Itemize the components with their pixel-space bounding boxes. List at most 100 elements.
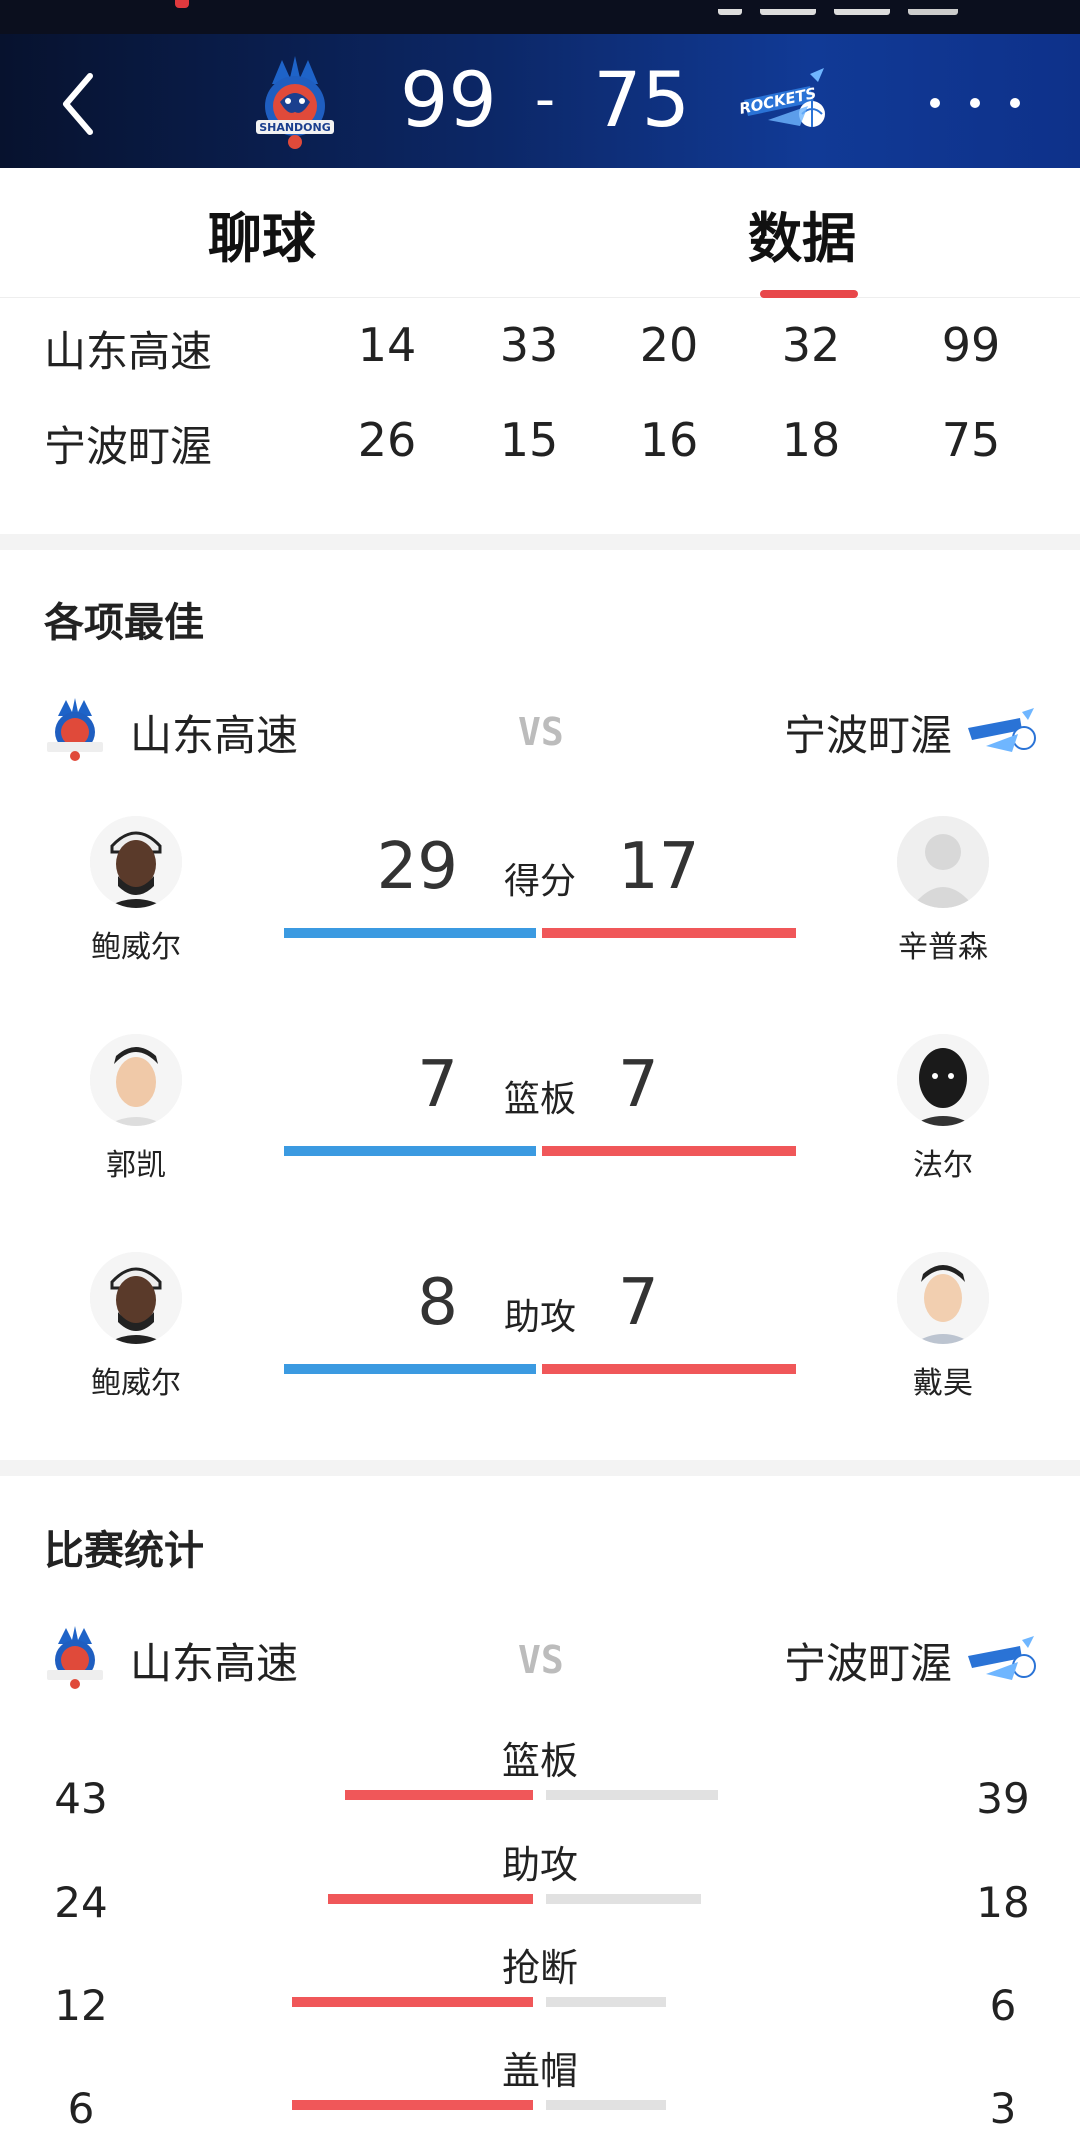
team-vs-row: 山东高速 VS 宁波町渥 <box>0 690 1080 770</box>
away-stat-value: 3 <box>989 2084 1017 2132</box>
away-stat-value: 18 <box>976 1878 1030 1927</box>
best-stat-row: 8 助攻 7 鲍威尔 戴昊 <box>0 1252 1080 1422</box>
more-options-button[interactable] <box>930 88 1020 118</box>
stat-row: 24 助攻 18 <box>0 1834 1080 1934</box>
stat-label: 助攻 <box>501 1843 578 1887</box>
quarter-score: 15 <box>499 413 559 467</box>
away-best-value: 7 <box>618 1266 659 1340</box>
away-stat-value: 6 <box>989 1981 1017 2030</box>
player-avatar[interactable] <box>90 1252 182 1344</box>
team-name: 山东高速 <box>44 327 213 376</box>
team-name: 宁波町渥 <box>44 422 213 471</box>
quarter-score: 20 <box>639 318 699 372</box>
home-stat-value: 43 <box>54 1774 108 1823</box>
quarter-score: 18 <box>781 413 841 467</box>
away-team-logo: ROCKETS <box>738 66 830 140</box>
stat-row: 43 篮板 39 <box>0 1730 1080 1830</box>
away-team-name: 宁波町渥 <box>783 711 952 760</box>
quarter-score: 26 <box>357 413 417 467</box>
player-avatar[interactable] <box>897 1034 989 1126</box>
home-stat-value: 6 <box>67 2084 95 2132</box>
section-divider <box>0 534 1080 550</box>
home-best-value: 29 <box>376 830 458 904</box>
home-bar <box>284 928 536 938</box>
home-logo-wordmark: SHANDONG <box>259 121 331 134</box>
team-vs-row: 山东高速 VS 宁波町渥 <box>0 1618 1080 1698</box>
stat-row: 6 盖帽 3 <box>0 2040 1080 2132</box>
stat-label: 盖帽 <box>501 2049 578 2093</box>
home-stat-value: 24 <box>54 1878 108 1927</box>
home-stat-bar <box>292 2100 533 2110</box>
tab-chat[interactable]: 聊球 <box>208 194 316 273</box>
section-title-best: 各项最佳 <box>44 600 204 646</box>
best-stat-label: 篮板 <box>503 1079 576 1120</box>
player-avatar[interactable] <box>897 816 989 908</box>
section-title-stats: 比赛统计 <box>44 1528 204 1574</box>
section-divider <box>0 1460 1080 1476</box>
player-avatar[interactable] <box>897 1252 989 1344</box>
away-stat-bar <box>546 1894 701 1904</box>
away-bar <box>542 1364 796 1374</box>
quarter-score: 33 <box>499 318 559 372</box>
best-stat-row: 29 得分 17 鲍威尔 辛普森 <box>0 816 1080 986</box>
away-stat-value: 39 <box>976 1774 1030 1823</box>
tab-bar: 聊球 数据 <box>0 168 1080 298</box>
vs-label: VS <box>518 710 564 754</box>
away-player-name[interactable]: 法尔 <box>843 1140 1043 1184</box>
total-score: 75 <box>941 413 1001 467</box>
more-dot-icon <box>930 98 940 108</box>
home-stat-bar <box>328 1894 533 1904</box>
home-team-logo: SHANDONG <box>252 54 338 150</box>
more-dot-icon <box>1010 98 1020 108</box>
more-dot-icon <box>970 98 980 108</box>
home-score: 99 <box>400 54 497 144</box>
home-team-name: 山东高速 <box>130 711 299 760</box>
home-bar <box>284 1146 536 1156</box>
home-player-name[interactable]: 郭凯 <box>36 1140 236 1184</box>
away-team-logo <box>968 1636 1036 1680</box>
vs-label: VS <box>518 1638 564 1682</box>
away-best-value: 7 <box>618 1048 659 1122</box>
away-best-value: 17 <box>618 830 700 904</box>
best-stat-label: 助攻 <box>503 1297 576 1338</box>
quarter-score-row: 山东高速 14 33 20 32 99 <box>0 310 1080 380</box>
away-score: 75 <box>593 54 690 144</box>
status-icons <box>700 0 1020 15</box>
active-tab-indicator <box>760 290 858 298</box>
notification-dot <box>175 0 189 8</box>
quarter-score-row: 宁波町渥 26 15 16 18 75 <box>0 405 1080 475</box>
total-score: 99 <box>941 318 1001 372</box>
home-team-name: 山东高速 <box>130 1639 299 1688</box>
away-team-name: 宁波町渥 <box>783 1639 952 1688</box>
away-stat-bar <box>546 1997 666 2007</box>
away-player-name[interactable]: 戴昊 <box>843 1358 1043 1402</box>
home-best-value: 7 <box>417 1048 458 1122</box>
home-team-logo <box>47 1626 103 1689</box>
home-stat-value: 12 <box>54 1981 108 2030</box>
away-stat-bar <box>546 1790 718 1800</box>
away-player-name[interactable]: 辛普森 <box>843 922 1043 966</box>
home-best-value: 8 <box>417 1266 458 1340</box>
status-bar <box>0 0 1080 34</box>
stat-label: 篮板 <box>501 1739 578 1783</box>
player-avatar[interactable] <box>90 1034 182 1126</box>
tab-data[interactable]: 数据 <box>748 194 856 273</box>
chevron-left-icon <box>63 73 93 135</box>
best-stat-row: 7 篮板 7 郭凯 法尔 <box>0 1034 1080 1204</box>
home-team-logo <box>47 698 103 761</box>
quarter-score: 14 <box>357 318 417 372</box>
score-separator: - <box>534 66 556 132</box>
home-stat-bar <box>292 1997 533 2007</box>
back-button[interactable] <box>50 64 110 144</box>
home-player-name[interactable]: 鲍威尔 <box>36 1358 236 1402</box>
match-header: SHANDONG 99 - 75 ROCKETS <box>0 34 1080 168</box>
stat-row: 12 抢断 6 <box>0 1937 1080 2037</box>
away-stat-bar <box>546 2100 666 2110</box>
scoreboard: 99 - 75 <box>400 54 690 144</box>
home-player-name[interactable]: 鲍威尔 <box>36 922 236 966</box>
away-bar <box>542 1146 796 1156</box>
away-bar <box>542 928 796 938</box>
stat-label: 抢断 <box>501 1946 578 1990</box>
quarter-score: 32 <box>781 318 841 372</box>
player-avatar[interactable] <box>90 816 182 908</box>
